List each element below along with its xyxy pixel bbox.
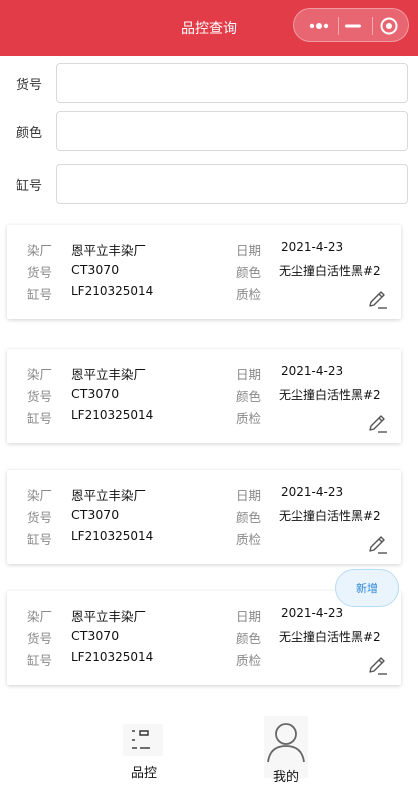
date-value: 2021-4-23 <box>281 240 344 254</box>
target-close-icon <box>380 17 398 35</box>
mini-program-capsule <box>293 8 409 42</box>
vat-value: LF210325014 <box>71 408 154 422</box>
more-button[interactable] <box>300 9 338 43</box>
vat-label: 缸号 <box>27 287 53 302</box>
qc-label: 质检 <box>236 653 262 668</box>
item-value: CT3070 <box>71 386 120 401</box>
pencil-edit-icon <box>369 657 387 675</box>
item-number-input[interactable] <box>56 63 408 103</box>
date-label: 日期 <box>236 243 262 258</box>
color-input[interactable] <box>56 111 408 151</box>
pencil-edit-icon <box>369 415 387 433</box>
list-icon <box>123 724 163 756</box>
color-label: 颜色 <box>236 265 262 280</box>
tab-quality-control[interactable]: 品控 <box>109 720 179 788</box>
tab-mine-label: 我的 <box>272 770 299 785</box>
dyehouse-value: 恩平立丰染厂 <box>71 243 147 258</box>
form-row-vat: 缸号 <box>0 164 418 204</box>
date-label: 日期 <box>236 609 262 624</box>
dyehouse-label: 染厂 <box>27 367 53 382</box>
minimize-button[interactable] <box>334 9 372 43</box>
color-value: 无尘撞白活性黑#2 <box>279 509 381 523</box>
nav-bar: 品控查询 <box>0 0 418 56</box>
color-label: 颜色 <box>236 510 262 525</box>
item-value: CT3070 <box>71 507 120 522</box>
vat-label: 缸号 <box>27 653 53 668</box>
dyehouse-value: 恩平立丰染厂 <box>71 367 147 382</box>
close-button[interactable] <box>370 9 408 43</box>
add-record-button[interactable]: 新增 <box>335 569 399 607</box>
color-value: 无尘撞白活性黑#2 <box>279 264 381 278</box>
date-label: 日期 <box>236 367 262 382</box>
date-label: 日期 <box>236 488 262 503</box>
minus-icon <box>345 24 361 28</box>
edit-button[interactable] <box>367 534 389 556</box>
pencil-edit-icon <box>369 536 387 554</box>
color-value: 无尘撞白活性黑#2 <box>279 388 381 402</box>
record-card[interactable]: 染厂 恩平立丰染厂 货号 CT3070 缸号 LF210325014 日期 20… <box>7 349 401 443</box>
color-label: 颜色 <box>236 389 262 404</box>
vat-number-label: 缸号 <box>16 179 43 194</box>
vat-value: LF210325014 <box>71 650 154 664</box>
record-card[interactable]: 染厂 恩平立丰染厂 货号 CT3070 缸号 LF210325014 日期 20… <box>7 470 401 564</box>
vat-value: LF210325014 <box>71 529 154 543</box>
tab-bar: 品控 我的 <box>0 712 418 791</box>
vat-label: 缸号 <box>27 532 53 547</box>
item-label: 货号 <box>27 265 53 280</box>
more-dots-icon <box>309 23 329 29</box>
dyehouse-value: 恩平立丰染厂 <box>71 609 147 624</box>
item-value: CT3070 <box>71 628 120 643</box>
date-value: 2021-4-23 <box>281 606 344 620</box>
dyehouse-label: 染厂 <box>27 243 53 258</box>
color-label: 颜色 <box>16 126 43 141</box>
record-card[interactable]: 染厂 恩平立丰染厂 货号 CT3070 缸号 LF210325014 日期 20… <box>7 591 401 685</box>
pencil-edit-icon <box>369 291 387 309</box>
form-row-color: 颜色 <box>0 111 418 151</box>
item-number-label: 货号 <box>16 78 43 93</box>
edit-button[interactable] <box>367 413 389 435</box>
tab-quality-control-label: 品控 <box>130 766 157 781</box>
item-value: CT3070 <box>71 262 120 277</box>
form-row-item: 货号 <box>0 63 418 103</box>
vat-label: 缸号 <box>27 411 53 426</box>
item-label: 货号 <box>27 631 53 646</box>
date-value: 2021-4-23 <box>281 485 344 499</box>
qc-label: 质检 <box>236 532 262 547</box>
vat-value: LF210325014 <box>71 284 154 298</box>
qc-label: 质检 <box>236 287 262 302</box>
record-card[interactable]: 染厂 恩平立丰染厂 货号 CT3070 缸号 LF210325014 日期 20… <box>7 225 401 319</box>
item-label: 货号 <box>27 389 53 404</box>
tab-mine[interactable]: 我的 <box>251 716 321 788</box>
color-value: 无尘撞白活性黑#2 <box>279 630 381 644</box>
edit-button[interactable] <box>367 289 389 311</box>
edit-button[interactable] <box>367 655 389 677</box>
qc-label: 质检 <box>236 411 262 426</box>
color-label: 颜色 <box>236 631 262 646</box>
dyehouse-label: 染厂 <box>27 609 53 624</box>
dyehouse-value: 恩平立丰染厂 <box>71 488 147 503</box>
date-value: 2021-4-23 <box>281 364 344 378</box>
vat-number-input[interactable] <box>56 164 408 204</box>
dyehouse-label: 染厂 <box>27 488 53 503</box>
item-label: 货号 <box>27 510 53 525</box>
